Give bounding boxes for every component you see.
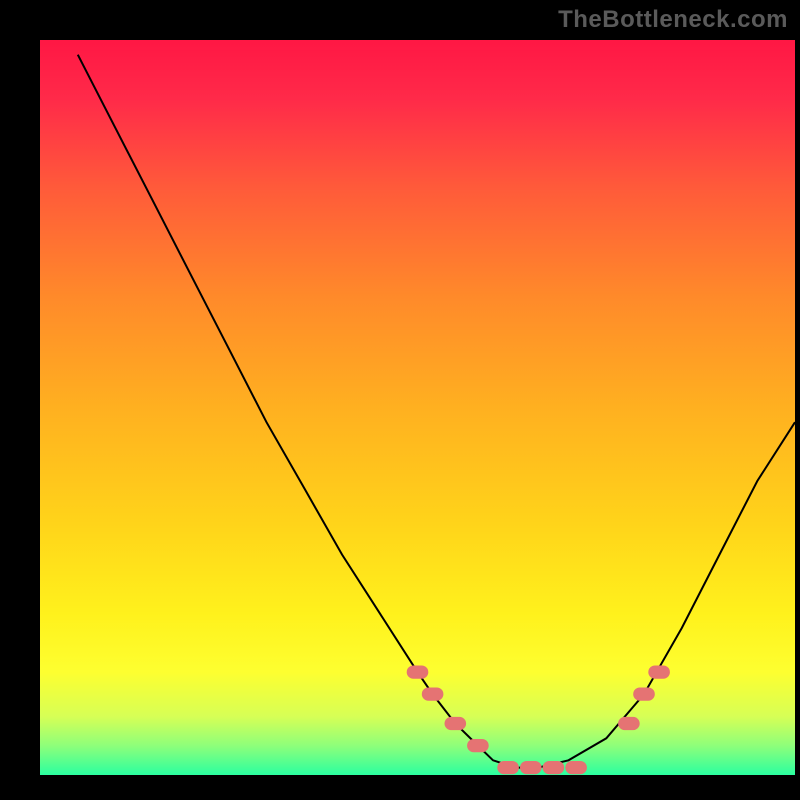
curve-marker <box>618 717 640 730</box>
curve-marker <box>497 761 519 774</box>
curve-marker <box>422 688 444 701</box>
curve-marker <box>543 761 565 774</box>
curve-marker <box>445 717 467 730</box>
bottleneck-curve-chart <box>0 0 800 800</box>
curve-marker <box>467 739 489 752</box>
plot-background <box>40 40 795 775</box>
curve-marker <box>520 761 542 774</box>
curve-marker <box>648 666 670 679</box>
chart-frame: TheBottleneck.com <box>0 0 800 800</box>
curve-marker <box>407 666 429 679</box>
curve-marker <box>565 761 587 774</box>
curve-marker <box>633 688 655 701</box>
watermark-text: TheBottleneck.com <box>558 6 788 34</box>
